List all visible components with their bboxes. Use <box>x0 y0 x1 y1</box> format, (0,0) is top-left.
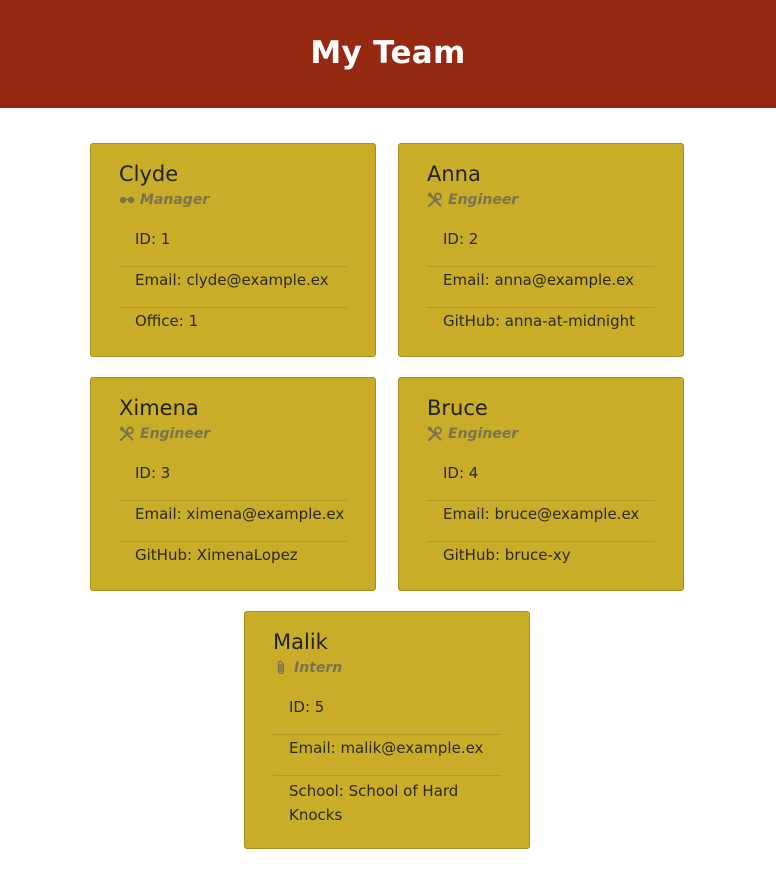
page-header: My Team <box>0 0 776 108</box>
employee-id: ID: 3 <box>119 460 347 501</box>
employee-details: ID: 4 Email: bruce@example.ex GitHub: br… <box>427 460 655 583</box>
tools-icon <box>427 426 443 442</box>
employee-role: Engineer <box>427 191 518 209</box>
employee-email: Email: clyde@example.ex <box>119 267 347 308</box>
employee-github: GitHub: XimenaLopez <box>135 546 298 564</box>
employee-card-clyde: Clyde Manager ID: 1 Email: clyde@example… <box>90 143 376 357</box>
employee-details: ID: 3 Email: ximena@example.ex GitHub: X… <box>119 460 347 583</box>
employee-email: Email: ximena@example.ex <box>119 501 347 542</box>
employee-email: Email: anna@example.ex <box>427 267 655 308</box>
employee-role-label: Intern <box>294 660 343 676</box>
employee-id: ID: 5 <box>273 694 501 735</box>
employee-card-bruce: Bruce Engineer ID: 4 Email: bruce@exampl… <box>398 377 684 591</box>
employee-details: ID: 2 Email: anna@example.ex GitHub: ann… <box>427 226 655 349</box>
employee-name: Bruce <box>427 396 488 420</box>
tools-icon <box>427 192 443 208</box>
employee-card-malik: Malik Intern ID: 5 Email: malik@example.… <box>244 611 530 849</box>
employee-role-label: Manager <box>140 192 210 208</box>
employee-role: Manager <box>119 191 209 209</box>
employee-card-ximena: Ximena Engineer ID: 3 Email: ximena@exam… <box>90 377 376 591</box>
employee-details: ID: 1 Email: clyde@example.ex Office: 1 <box>119 226 347 349</box>
employee-github: GitHub: bruce-xy <box>443 546 571 564</box>
employee-email: Email: bruce@example.ex <box>427 501 655 542</box>
employee-email: Email: malik@example.ex <box>273 735 501 776</box>
employee-name: Clyde <box>119 162 179 186</box>
employee-name: Malik <box>273 630 328 654</box>
employee-role-label: Engineer <box>448 192 519 208</box>
employee-role: Intern <box>273 659 342 677</box>
employee-name: Ximena <box>119 396 199 420</box>
employee-office: Office: 1 <box>135 312 199 330</box>
employee-card-anna: Anna Engineer ID: 2 Email: anna@example.… <box>398 143 684 357</box>
page-title: My Team <box>310 35 466 71</box>
employee-role: Engineer <box>427 425 518 443</box>
employee-role-label: Engineer <box>140 426 211 442</box>
employee-name: Anna <box>427 162 481 186</box>
employee-role: Engineer <box>119 425 210 443</box>
tools-icon <box>119 426 135 442</box>
employee-id: ID: 2 <box>427 226 655 267</box>
glasses-icon <box>119 192 135 208</box>
paperclip-icon <box>273 660 289 676</box>
employee-school: School: School of Hard Knocks <box>289 782 459 824</box>
employee-role-label: Engineer <box>448 426 519 442</box>
employee-github: GitHub: anna-at-midnight <box>443 312 635 330</box>
employee-details: ID: 5 Email: malik@example.ex School: Sc… <box>273 694 501 827</box>
employee-id: ID: 1 <box>119 226 347 267</box>
employee-id: ID: 4 <box>427 460 655 501</box>
